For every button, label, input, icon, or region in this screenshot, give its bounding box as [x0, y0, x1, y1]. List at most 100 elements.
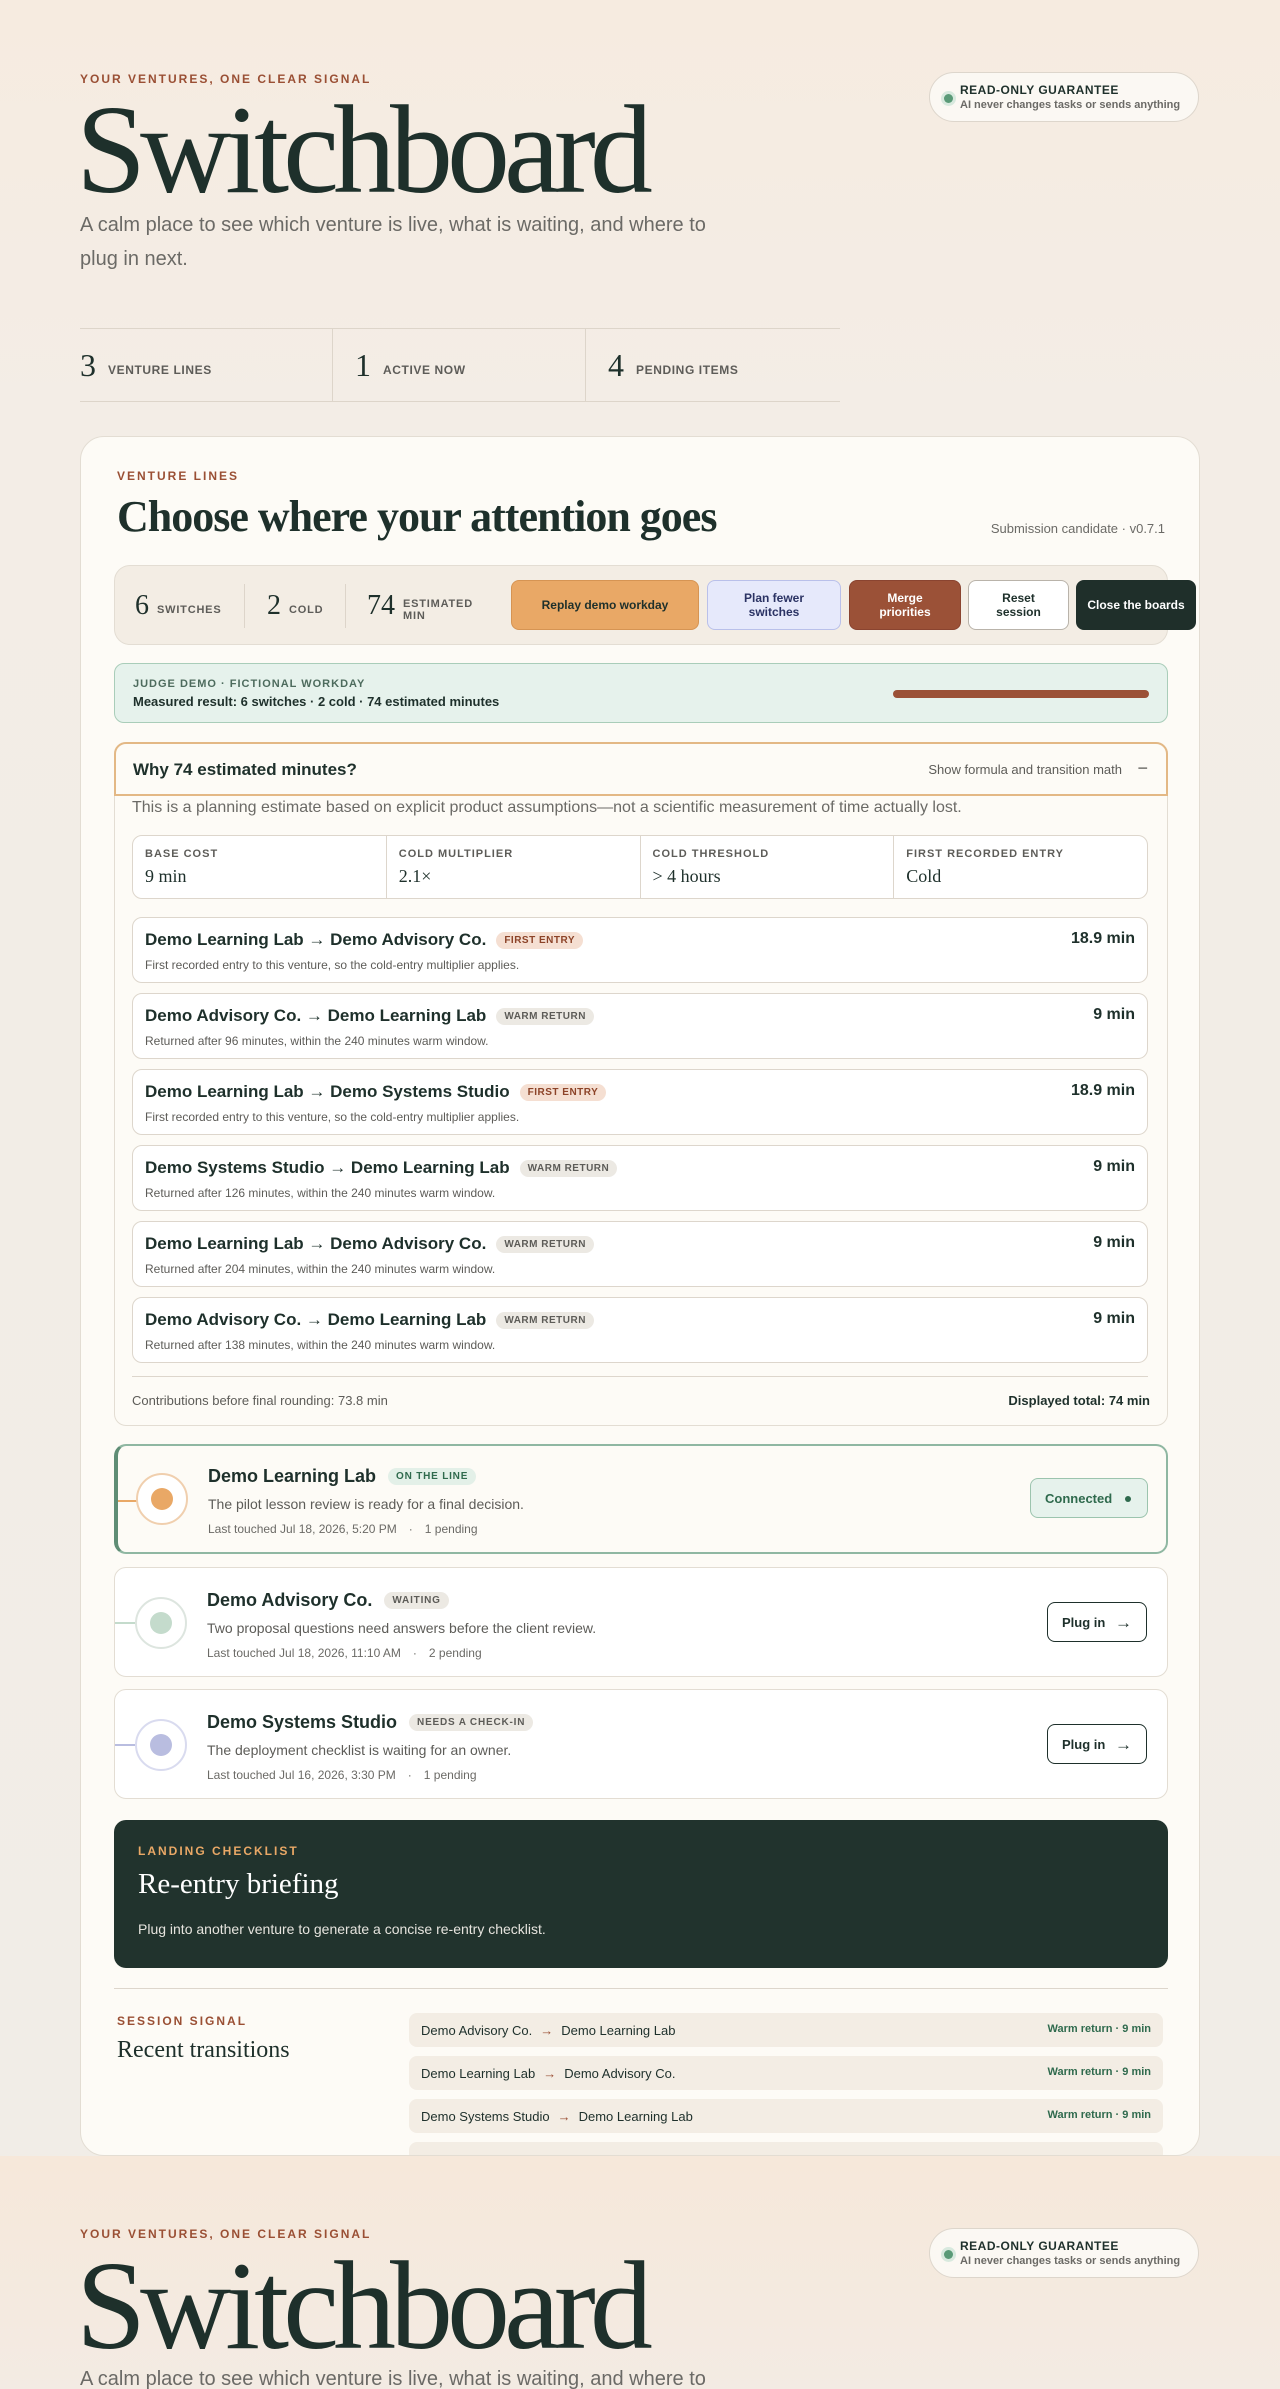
transition-desc: First recorded entry to this venture, so… [145, 958, 520, 972]
meta-separator: · [407, 1768, 412, 1782]
replay-demo-button[interactable]: Replay demo workday [511, 580, 699, 630]
transition-from: Demo Learning Lab [421, 2065, 536, 2081]
transition-from: Demo Advisory Co. [421, 2022, 533, 2038]
venture-row-learning-lab[interactable]: Demo Learning Lab ON THE LINE The pilot … [114, 1444, 1168, 1554]
venture-desc: The pilot lesson review is ready for a f… [208, 1496, 524, 1512]
arrow-right-icon: → [1115, 1735, 1132, 1754]
displayed-total: Displayed total: 74 min [1008, 1393, 1150, 1408]
hero: YOUR VENTURES, ONE CLEAR SIGNAL Switchbo… [0, 0, 1280, 460]
transition-result: Warm return · 9 min [1047, 2109, 1152, 2121]
session-toolbar: 6 SWITCHES 2 COLD 74 ESTIMATED MIN Repla… [114, 565, 1196, 645]
briefing-title: Re-entry briefing [138, 1868, 339, 1900]
plug-in-label: Plug in [1062, 1736, 1106, 1752]
connected-label: Connected [1045, 1490, 1113, 1506]
close-boards-button[interactable]: Close the boards [1076, 580, 1196, 630]
divider [345, 584, 346, 628]
guarantee-text: AI never changes tasks or sends anything [960, 2255, 1181, 2267]
toolbar-stat-switches: 6 SWITCHES [135, 582, 221, 630]
guarantee-text: AI never changes tasks or sends anything [960, 99, 1181, 111]
toolbar-stat-cold: 2 COLD [267, 582, 323, 630]
connector-line [118, 1500, 138, 1502]
venture-meta: Last touched Jul 18, 2026, 11:10 AM · 2 pe… [207, 1646, 482, 1660]
re-entry-briefing: LANDING CHECKLIST Re-entry briefing Plug… [114, 1820, 1168, 1968]
connected-status: Connected [1030, 1478, 1148, 1518]
transition-desc: Returned after 96 minutes, within the 24… [145, 1034, 489, 1048]
merge-priorities-button[interactable]: Merge priorities [849, 580, 961, 630]
transition-desc: Returned after 138 minutes, within the 2… [145, 1338, 496, 1352]
transition-tag: FIRST ENTRY [496, 931, 583, 949]
param-label: BASE COST [145, 848, 219, 860]
stat-label: ACTIVE NOW [383, 363, 466, 377]
arrow-right-icon: → [1115, 1613, 1132, 1632]
param-cold-multiplier: COLD MULTIPLIER 2.1× [387, 836, 641, 898]
arrow-right-icon: → [540, 2022, 554, 2038]
signal-ring-icon [135, 1597, 187, 1649]
stat-value: 6 [135, 590, 149, 621]
stat-pending-items: 4 PENDING ITEMS [586, 329, 839, 401]
meta-separator: · [408, 1522, 413, 1536]
transition-title: Demo Learning Lab → Demo Systems Studio [145, 1082, 510, 1101]
transition-tag: WARM RETURN [519, 1159, 618, 1177]
stat-label: VENTURE LINES [108, 363, 212, 377]
param-value: 2.1× [398, 866, 432, 886]
stat-value: 74 [367, 590, 395, 621]
transition-row: Demo Learning Lab → Demo Advisory Co. WAR… [132, 1221, 1148, 1287]
signal-ring-icon [135, 1719, 187, 1771]
transition-minutes: 18.9 min [1070, 930, 1135, 947]
transition-result: Warm return · 9 min [1047, 2066, 1152, 2078]
plan-fewer-switches-button[interactable]: Plan fewer switches [707, 580, 841, 630]
formula-toggle[interactable]: Show formula and transition math [928, 762, 1122, 777]
stat-label: ESTIMATED MIN [403, 598, 473, 622]
divider [132, 1376, 1148, 1377]
read-only-guarantee-badge: READ-ONLY GUARANTEE AI never changes tas… [929, 72, 1199, 122]
version-label: Submission candidate · v0.7.1 [990, 521, 1165, 536]
card-title: Choose where your attention goes [117, 492, 717, 541]
hero-repeat: YOUR VENTURES, ONE CLEAR SIGNAL Switchbo… [0, 2156, 1280, 2389]
stat-value: 4 [608, 346, 624, 383]
venture-name: Demo Advisory Co. [207, 1590, 373, 1610]
transition-result: Warm return · 9 min [1047, 2023, 1152, 2035]
signal-dot-icon [151, 1488, 173, 1510]
param-first-entry: FIRST RECORDED ENTRY Cold [894, 836, 1147, 898]
param-value: 9 min [145, 866, 187, 886]
briefing-eyebrow: LANDING CHECKLIST [138, 1844, 299, 1858]
venture-row-systems-studio[interactable]: Demo Systems Studio NEEDS A CHECK-IN The… [114, 1689, 1168, 1799]
param-label: COLD MULTIPLIER [398, 848, 514, 860]
estimate-intro: This is a planning estimate based on exp… [132, 799, 962, 816]
reset-session-button[interactable]: Reset session [968, 580, 1069, 630]
status-badge: WAITING [384, 1592, 449, 1609]
pending-count: 2 pending [428, 1646, 482, 1660]
transition-row: Demo Advisory Co. → Demo Learning Lab WAR… [132, 993, 1148, 1059]
estimate-explainer-header[interactable]: Why 74 estimated minutes? Show formula a… [114, 742, 1168, 796]
stat-value: 2 [267, 590, 281, 621]
status-badge: NEEDS A CHECK-IN [409, 1714, 534, 1731]
connector-line [115, 1744, 135, 1746]
signal-dot-icon [150, 1612, 172, 1634]
collapse-icon[interactable]: − [1137, 758, 1148, 779]
plug-in-button[interactable]: Plug in → [1047, 1602, 1147, 1642]
briefing-desc: Plug into another venture to generate a … [138, 1921, 546, 1937]
toolbar-stat-estimated: 74 ESTIMATED MIN [367, 582, 483, 630]
session-title: Recent transitions [117, 2037, 290, 2063]
status-dot-icon [944, 2250, 953, 2259]
param-label: FIRST RECORDED ENTRY [906, 848, 1064, 860]
plug-in-label: Plug in [1062, 1614, 1106, 1630]
transition-minutes: 18.9 min [1070, 1082, 1135, 1099]
venture-desc: Two proposal questions need answers befo… [207, 1620, 597, 1636]
stat-active-now: 1 ACTIVE NOW [333, 329, 586, 401]
transition-row: Demo Systems Studio → Demo Learning Lab W… [132, 1145, 1148, 1211]
meta-separator: · [412, 1646, 417, 1660]
plug-in-button[interactable]: Plug in → [1047, 1724, 1147, 1764]
transition-from: Demo Systems Studio [421, 2108, 550, 2124]
transition-minutes: 9 min [1093, 1006, 1135, 1023]
read-only-guarantee-badge: READ-ONLY GUARANTEE AI never changes tas… [929, 2228, 1199, 2278]
status-badge: ON THE LINE [388, 1468, 477, 1485]
status-dot-icon [944, 94, 953, 103]
connector-line [115, 1622, 135, 1624]
transition-tag: WARM RETURN [496, 1007, 594, 1025]
guarantee-title: READ-ONLY GUARANTEE [960, 83, 1119, 97]
venture-row-advisory-co[interactable]: Demo Advisory Co. WAITING Two proposal q… [114, 1567, 1168, 1677]
session-transition-item: Demo Advisory Co. → Demo Learning Lab Warm… [409, 2013, 1163, 2047]
transition-to: Demo Learning Lab [578, 2108, 693, 2124]
stat-label: SWITCHES [157, 604, 222, 616]
